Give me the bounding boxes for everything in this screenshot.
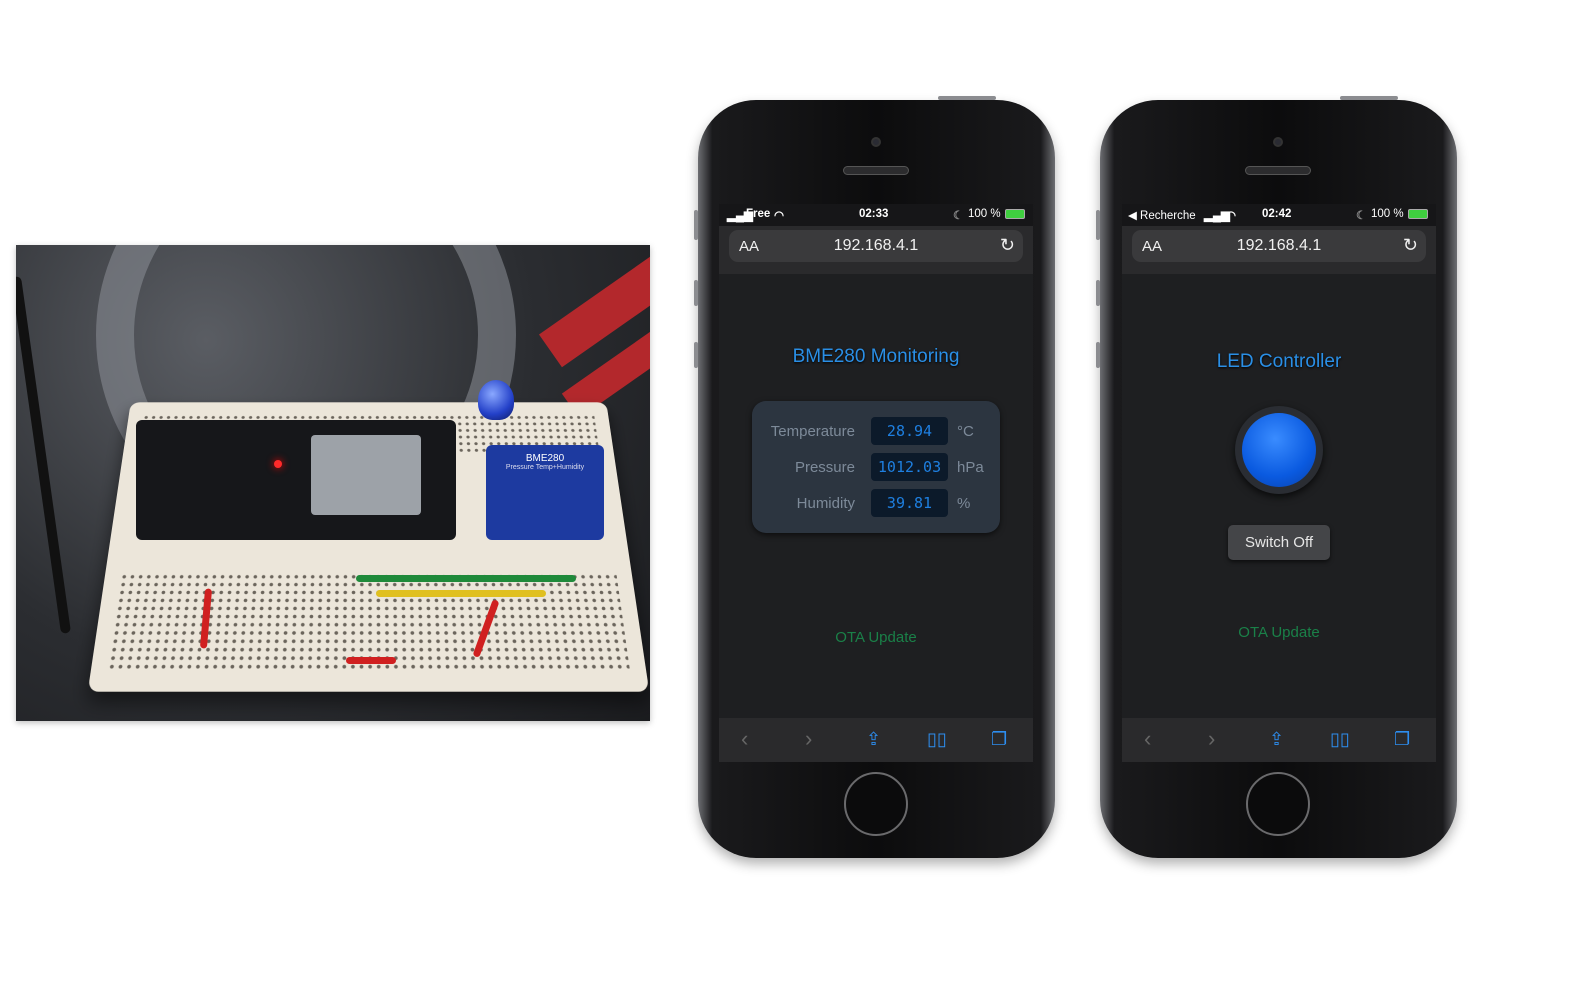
url-text[interactable]: 192.168.4.1 bbox=[1132, 237, 1426, 255]
switch-off-button[interactable]: Switch Off bbox=[1228, 525, 1330, 560]
ota-update-link[interactable]: OTA Update bbox=[1122, 624, 1436, 641]
phone-bme280: ▂▄▆ Free ◠ 02:33 ☾ 100 % AA 192.168.4.1 … bbox=[694, 96, 1055, 858]
page-title: LED Controller bbox=[1216, 351, 1342, 372]
reload-icon[interactable]: ↻ bbox=[1000, 235, 1015, 256]
battery-icon bbox=[1408, 209, 1428, 219]
share-icon[interactable]: ⇪ bbox=[1269, 729, 1284, 750]
reading-temperature: Temperature 28.94 °C bbox=[752, 417, 1000, 445]
wifi-icon: ◠ bbox=[1226, 210, 1237, 222]
carrier: Free bbox=[746, 208, 771, 220]
battery-percent: 100 % bbox=[968, 208, 1001, 220]
breadboard-holes bbox=[107, 572, 630, 670]
forward-icon[interactable]: › bbox=[1208, 726, 1215, 752]
clock: 02:33 bbox=[859, 208, 889, 220]
green-wire bbox=[356, 575, 576, 582]
readings-panel: Temperature 28.94 °C Pressure 1012.03 hP… bbox=[752, 401, 1000, 533]
back-to-app-link[interactable]: ◀ Recherche bbox=[1128, 208, 1196, 222]
status-bar: ◀ Recherche ▂▄▆ ◠ 02:42 ☾ 100 % bbox=[1122, 204, 1436, 226]
front-camera bbox=[1273, 137, 1283, 147]
reading-value: 39.81 bbox=[871, 489, 948, 517]
volume-up-button bbox=[694, 280, 698, 306]
usb-cable bbox=[16, 276, 72, 634]
address-bar[interactable]: AA 192.168.4.1 ↻ bbox=[729, 230, 1023, 262]
reading-label: Humidity bbox=[796, 495, 855, 512]
bookmarks-icon[interactable]: ▯▯ bbox=[927, 729, 947, 750]
moon-icon: ☾ bbox=[953, 210, 964, 222]
esp32-module bbox=[311, 435, 421, 515]
address-bar[interactable]: AA 192.168.4.1 ↻ bbox=[1132, 230, 1426, 262]
screen: ◀ Recherche ▂▄▆ ◠ 02:42 ☾ 100 % AA 192.1… bbox=[1122, 204, 1436, 762]
mute-switch bbox=[1096, 210, 1100, 240]
reading-value: 1012.03 bbox=[871, 453, 948, 481]
battery-icon bbox=[1005, 209, 1025, 219]
volume-down-button bbox=[1096, 342, 1100, 368]
screen: ▂▄▆ Free ◠ 02:33 ☾ 100 % AA 192.168.4.1 … bbox=[719, 204, 1033, 762]
status-bar: ▂▄▆ Free ◠ 02:33 ☾ 100 % bbox=[719, 204, 1033, 226]
bme280-sublabel: Pressure Temp+Humidity bbox=[505, 464, 585, 471]
tabs-icon[interactable]: ❐ bbox=[991, 729, 1007, 750]
share-icon[interactable]: ⇪ bbox=[866, 729, 881, 750]
page-title: BME280 Monitoring bbox=[792, 346, 960, 367]
home-button[interactable] bbox=[844, 772, 908, 836]
led-indicator[interactable] bbox=[1235, 406, 1323, 494]
led-light bbox=[1242, 413, 1316, 487]
browser-toolbar: ‹ › ⇪ ▯▯ ❐ bbox=[719, 718, 1033, 762]
back-icon[interactable]: ‹ bbox=[741, 726, 748, 752]
reading-value: 28.94 bbox=[871, 417, 948, 445]
reading-humidity: Humidity 39.81 % bbox=[752, 489, 1000, 517]
mute-switch bbox=[694, 210, 698, 240]
power-button bbox=[938, 96, 996, 100]
reading-pressure: Pressure 1012.03 hPa bbox=[752, 453, 1000, 481]
power-button bbox=[1340, 96, 1398, 100]
reading-unit: °C bbox=[957, 423, 974, 440]
bme280-sensor-board: BME280 Pressure Temp+Humidity bbox=[486, 445, 604, 540]
earpiece-speaker bbox=[843, 166, 909, 175]
back-icon[interactable]: ‹ bbox=[1144, 726, 1151, 752]
red-wire bbox=[346, 657, 396, 664]
clock: 02:42 bbox=[1262, 208, 1292, 220]
moon-icon: ☾ bbox=[1356, 210, 1367, 222]
wifi-icon: ◠ bbox=[774, 210, 785, 222]
phone-led-controller: ◀ Recherche ▂▄▆ ◠ 02:42 ☾ 100 % AA 192.1… bbox=[1096, 96, 1457, 858]
front-camera bbox=[871, 137, 881, 147]
home-button[interactable] bbox=[1246, 772, 1310, 836]
bookmarks-icon[interactable]: ▯▯ bbox=[1330, 729, 1350, 750]
bme280-label: BME280 bbox=[525, 453, 565, 464]
reload-icon[interactable]: ↻ bbox=[1403, 235, 1418, 256]
blue-led bbox=[478, 380, 514, 420]
battery-percent: 100 % bbox=[1371, 208, 1404, 220]
browser-toolbar: ‹ › ⇪ ▯▯ ❐ bbox=[1122, 718, 1436, 762]
power-led bbox=[274, 460, 282, 468]
ota-update-link[interactable]: OTA Update bbox=[719, 629, 1033, 646]
reading-label: Temperature bbox=[770, 423, 855, 440]
volume-up-button bbox=[1096, 280, 1100, 306]
breadboard-photo: BME280 Pressure Temp+Humidity bbox=[16, 245, 650, 721]
yellow-wire bbox=[376, 590, 546, 597]
reading-unit: % bbox=[957, 495, 971, 512]
forward-icon[interactable]: › bbox=[805, 726, 812, 752]
reading-unit: hPa bbox=[957, 459, 984, 476]
url-text[interactable]: 192.168.4.1 bbox=[729, 237, 1023, 255]
volume-down-button bbox=[694, 342, 698, 368]
tabs-icon[interactable]: ❐ bbox=[1394, 729, 1410, 750]
reading-label: Pressure bbox=[794, 459, 855, 476]
earpiece-speaker bbox=[1245, 166, 1311, 175]
